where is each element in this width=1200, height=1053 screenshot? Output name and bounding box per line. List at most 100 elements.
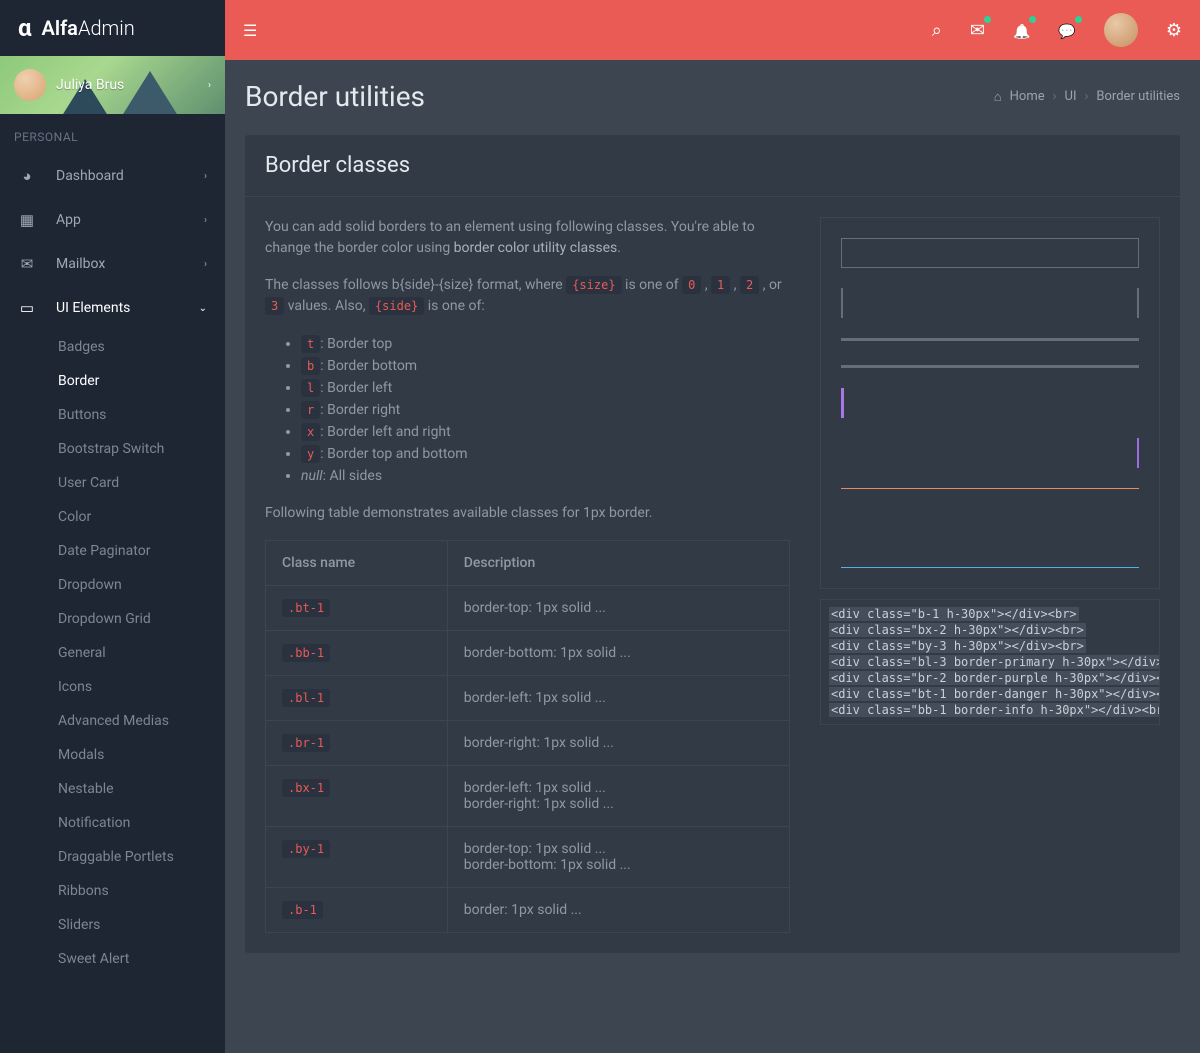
search-icon[interactable]: [932, 20, 942, 41]
table-row: .bt-1border-top: 1px solid ...: [266, 586, 790, 631]
table-row: .b-1border: 1px solid ...: [266, 888, 790, 933]
side-list: t: Border top b: Border bottom l: Border…: [265, 333, 790, 487]
code-3: 3: [265, 297, 284, 315]
notification-dot: [1075, 16, 1082, 23]
code-b: b: [301, 357, 320, 375]
list-label: : Border top and bottom: [320, 446, 467, 462]
notification-dot: [984, 16, 991, 23]
sidebar-item-app[interactable]: App ›: [0, 198, 225, 242]
subnav-item-sliders[interactable]: Sliders: [0, 908, 225, 942]
subnav-item-bootstrap-switch[interactable]: Bootstrap Switch: [0, 432, 225, 466]
brand[interactable]: α AlfaAdmin: [0, 0, 225, 56]
format-paragraph: The classes follows b{side}-{size} forma…: [265, 275, 790, 317]
list-label: : Border top: [320, 336, 392, 352]
table-header-desc: Description: [447, 541, 789, 586]
format-text: , or: [763, 277, 782, 293]
subnav-item-badges[interactable]: Badges: [0, 330, 225, 364]
code-line: <div class="bb-1 border-info h-30px"></d…: [821, 702, 1159, 718]
list-label: : Border left and right: [320, 424, 450, 440]
format-text: is one of:: [428, 298, 485, 314]
subnav-item-border[interactable]: Border: [0, 364, 225, 398]
gear-icon[interactable]: [1166, 20, 1182, 41]
list-label: : Border bottom: [320, 358, 417, 374]
demo-bt-1-danger: [841, 488, 1139, 518]
code-class-name: .by-1: [282, 840, 330, 858]
subnav-item-ribbons[interactable]: Ribbons: [0, 874, 225, 908]
subnav-item-icons[interactable]: Icons: [0, 670, 225, 704]
subnav-item-sweet-alert[interactable]: Sweet Alert: [0, 942, 225, 976]
subnav-item-general[interactable]: General: [0, 636, 225, 670]
subnav-item-user-card[interactable]: User Card: [0, 466, 225, 500]
list-item: null: All sides: [301, 465, 790, 487]
code-1: 1: [711, 276, 730, 294]
table-lead: Following table demonstrates available c…: [265, 503, 790, 524]
chevron-right-icon: ›: [204, 171, 207, 182]
table-cell-class: .bl-1: [266, 676, 448, 721]
table-cell-class: .by-1: [266, 827, 448, 888]
table-row: .bx-1border-left: 1px solid ...border-ri…: [266, 766, 790, 827]
table-cell-desc: border: 1px solid ...: [447, 888, 789, 933]
sidebar-item-label: UI Elements: [56, 300, 130, 316]
subnav-item-advanced-medias[interactable]: Advanced Medias: [0, 704, 225, 738]
user-name: Juliya Brus: [56, 77, 124, 93]
separator-icon: ›: [1053, 89, 1057, 104]
subnav-item-color[interactable]: Color: [0, 500, 225, 534]
demo-area: [820, 217, 1160, 589]
table-cell-desc: border-top: 1px solid ...: [447, 586, 789, 631]
table-row: .by-1border-top: 1px solid ...border-bot…: [266, 827, 790, 888]
table-cell-class: .br-1: [266, 721, 448, 766]
subnav: Badges Border Buttons Bootstrap Switch U…: [0, 330, 225, 976]
table-header-class: Class name: [266, 541, 448, 586]
demo-bx-2: [841, 288, 1139, 318]
user-avatar: [14, 69, 46, 101]
code-class-name: .bb-1: [282, 644, 330, 662]
list-label: : All sides: [323, 468, 382, 484]
chevron-right-icon: ›: [208, 80, 211, 91]
crumb-ui[interactable]: UI: [1065, 89, 1077, 104]
code-size: {size}: [566, 276, 621, 294]
sidebar-item-dashboard[interactable]: Dashboard ›: [0, 154, 225, 198]
code-line: <div class="b-1 h-30px"></div><br>: [821, 606, 1159, 622]
table-cell-class: .b-1: [266, 888, 448, 933]
nav-section-label: PERSONAL: [0, 114, 225, 154]
mail-icon[interactable]: [970, 20, 985, 41]
page-title: Border utilities: [245, 80, 425, 113]
subnav-item-dropdown[interactable]: Dropdown: [0, 568, 225, 602]
chat-icon[interactable]: [1058, 20, 1075, 41]
subnav-item-date-paginator[interactable]: Date Paginator: [0, 534, 225, 568]
user-banner[interactable]: Juliya Brus ›: [0, 56, 225, 114]
panel-right-column: <div class="b-1 h-30px"></div><br> <div c…: [820, 217, 1160, 933]
intro-paragraph: You can add solid borders to an element …: [265, 217, 790, 259]
subnav-item-draggable-portlets[interactable]: Draggable Portlets: [0, 840, 225, 874]
panel-left-column: You can add solid borders to an element …: [265, 217, 790, 933]
code-line: <div class="bl-3 border-primary h-30px">…: [821, 654, 1159, 670]
chevron-right-icon: ›: [204, 259, 207, 270]
list-item: y: Border top and bottom: [301, 443, 790, 465]
list-item: t: Border top: [301, 333, 790, 355]
subnav-item-dropdown-grid[interactable]: Dropdown Grid: [0, 602, 225, 636]
main: ☰ Border utilities Home › UI › Borde: [225, 0, 1200, 1053]
subnav-item-modals[interactable]: Modals: [0, 738, 225, 772]
sidebar-item-ui-elements[interactable]: UI Elements ⌄: [0, 286, 225, 330]
hamburger-icon[interactable]: ☰: [243, 21, 257, 40]
brand-alfa: Alfa: [42, 16, 78, 40]
code-y: y: [301, 445, 320, 463]
brand-admin: Admin: [78, 16, 135, 40]
subnav-item-nestable[interactable]: Nestable: [0, 772, 225, 806]
table-cell-class: .bt-1: [266, 586, 448, 631]
list-label: : Border left: [320, 380, 392, 396]
bell-icon[interactable]: [1013, 20, 1030, 41]
demo-br-2-purple: [841, 438, 1139, 468]
list-item: x: Border left and right: [301, 421, 790, 443]
link-border-color-utils[interactable]: border color utility classes: [454, 240, 618, 256]
subnav-item-notification[interactable]: Notification: [0, 806, 225, 840]
mail-icon: [18, 255, 36, 273]
laptop-icon: [18, 299, 36, 317]
table-cell-desc: border-left: 1px solid ...: [447, 676, 789, 721]
chevron-right-icon: ›: [204, 215, 207, 226]
topbar-avatar[interactable]: [1104, 13, 1138, 47]
crumb-home[interactable]: Home: [1010, 89, 1045, 104]
subnav-item-buttons[interactable]: Buttons: [0, 398, 225, 432]
topbar: ☰: [225, 0, 1200, 60]
sidebar-item-mailbox[interactable]: Mailbox ›: [0, 242, 225, 286]
